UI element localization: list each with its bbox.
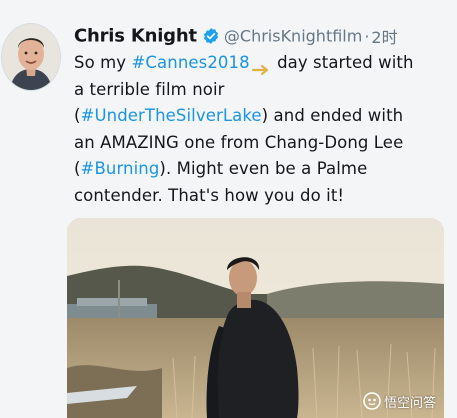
tweet-header: Chris Knight @ChrisKnightfilm · 2时 — [74, 24, 398, 48]
tweet-line-2: a terrible film noir — [74, 79, 225, 99]
author-handle[interactable]: @ChrisKnightfilm — [224, 27, 362, 46]
tweet-text-segment: ) and ended with — [261, 106, 404, 125]
author-name[interactable]: Chris Knight — [74, 26, 197, 47]
tweet-line-4: an AMAZING one from Chang-Dong Lee — [74, 132, 404, 152]
verified-badge-icon — [202, 27, 220, 45]
tweet-text: So my #Cannes2018 day started with a ter… — [74, 50, 454, 209]
tweet-line-6: contender. That's how you do it! — [74, 185, 345, 205]
tweet-line-1: So my #Cannes2018 day started with — [74, 50, 454, 77]
hashtag-underthesilverlake[interactable]: #UnderTheSilverLake — [81, 106, 262, 125]
watermark-label: 悟空问答 — [383, 395, 436, 411]
hashtag-cannes2018[interactable]: #Cannes2018 — [132, 53, 250, 72]
tweet-media-image[interactable]: 悟空问答 — [67, 218, 444, 418]
tweet-card: Chris Knight @ChrisKnightfilm · 2时 So my #C… — [0, 0, 457, 418]
hashtag-burning[interactable]: #Burning — [81, 159, 160, 178]
tweet-text-segment: day started with — [271, 53, 414, 72]
tweet-line-3: (#UnderTheSilverLake) and ended with — [74, 103, 454, 130]
author-avatar[interactable] — [2, 24, 60, 90]
tweet-line-5: (#Burning). Might even be a Palme — [74, 156, 454, 183]
arrow-right-emoji — [251, 58, 270, 75]
tweet-text-segment: So my — [74, 53, 132, 72]
wukong-answers-logo-icon — [363, 392, 381, 410]
tweet-text-segment: ). Might even be a Palme — [159, 159, 368, 178]
tweet-timestamp[interactable]: 2时 — [371, 28, 397, 47]
